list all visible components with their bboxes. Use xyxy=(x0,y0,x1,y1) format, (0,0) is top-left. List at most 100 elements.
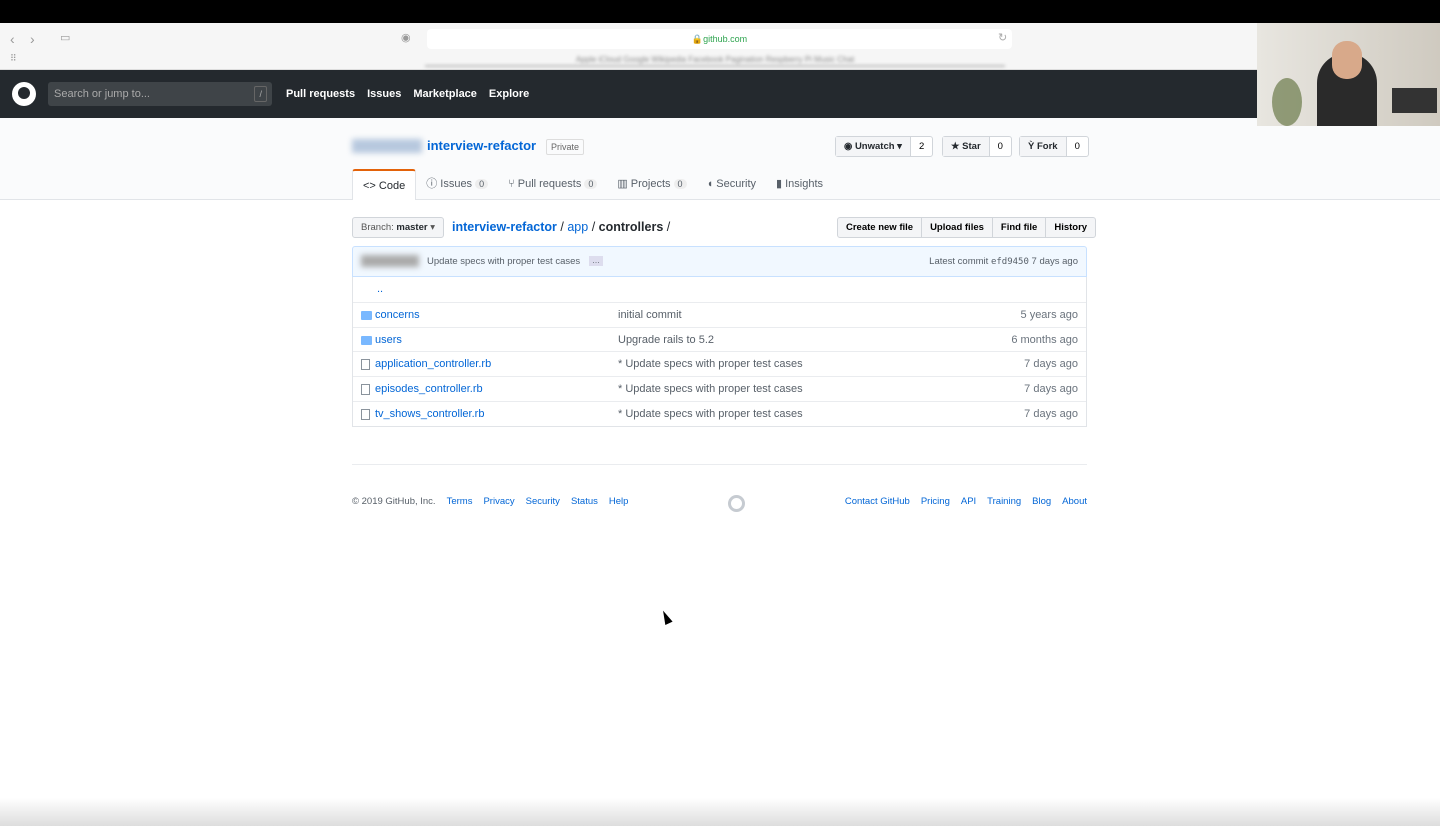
tab-security[interactable]: ◖ Security xyxy=(697,169,766,200)
branch-selector[interactable]: Branch: master ▾ xyxy=(352,217,444,238)
nav-issues[interactable]: Issues xyxy=(367,88,401,100)
star-label: Star xyxy=(962,141,981,152)
commit-message[interactable]: Update specs with proper test cases xyxy=(427,256,580,267)
footer-link-status[interactable]: Status xyxy=(571,496,598,507)
address-bar[interactable]: 🔒github.com xyxy=(427,29,1012,49)
footer-left: © 2019 GitHub, Inc. Terms Privacy Security S… xyxy=(352,496,628,507)
file-name-link[interactable]: users xyxy=(375,328,402,352)
parent-directory-row[interactable]: .. xyxy=(353,277,1086,302)
footer-link-api[interactable]: API xyxy=(961,496,976,507)
file-icon xyxy=(361,384,370,396)
footer-link-security[interactable]: Security xyxy=(526,496,560,507)
privacy-icon[interactable]: ◉ xyxy=(401,31,411,44)
tab-insights[interactable]: ▮ Insights xyxy=(766,169,833,200)
tab-label: Security xyxy=(716,178,757,190)
commit-sha[interactable]: efd9450 xyxy=(991,257,1029,267)
file-name-link[interactable]: episodes_controller.rb xyxy=(375,377,483,401)
breadcrumb-separator: / xyxy=(666,220,671,234)
breadcrumb-current: controllers xyxy=(598,220,664,234)
tab-issues[interactable]: ⓘ Issues 0 xyxy=(416,169,498,200)
github-header: Search or jump to... / Pull requests Issu… xyxy=(0,70,1257,118)
nav-pull-requests[interactable]: Pull requests xyxy=(286,88,355,100)
footer-link-about[interactable]: About xyxy=(1062,496,1087,507)
copyright: © 2019 GitHub, Inc. xyxy=(352,496,436,507)
file-commit-message[interactable]: Upgrade rails to 5.2 xyxy=(618,328,714,352)
commit-age: 7 days ago xyxy=(1031,256,1078,267)
back-icon[interactable]: ‹ xyxy=(10,31,15,47)
tab-projects[interactable]: ▥ Projects 0 xyxy=(607,169,696,200)
watch-count[interactable]: 2 xyxy=(911,137,932,156)
tab-label: Pull requests xyxy=(517,178,582,190)
latest-commit-bar: Update specs with proper test cases … La… xyxy=(352,246,1087,277)
webcam-overlay xyxy=(1257,23,1440,126)
file-row[interactable]: application_controller.rb * Update specs… xyxy=(353,351,1086,376)
history-button[interactable]: History xyxy=(1046,218,1095,237)
file-name-link[interactable]: tv_shows_controller.rb xyxy=(375,402,484,426)
nav-marketplace[interactable]: Marketplace xyxy=(413,88,477,100)
breadcrumb-root[interactable]: interview-refactor xyxy=(452,220,557,234)
tab-code[interactable]: <> Code xyxy=(352,169,417,200)
file-list: .. concerns initial commit 5 years ago u… xyxy=(352,277,1087,427)
fork-label: Fork xyxy=(1036,141,1058,152)
footer-right: Contact GitHub Pricing API Training Blog Abou… xyxy=(834,496,1087,507)
star-button[interactable]: ★ Star 0 xyxy=(942,136,1012,157)
url-text: github.com xyxy=(703,34,748,44)
project-icon: ▥ xyxy=(617,178,631,190)
parent-directory-link[interactable]: .. xyxy=(377,277,383,301)
footer-link-contact-github[interactable]: Contact GitHub xyxy=(845,496,910,507)
tab-pull-requests[interactable]: ⑂ Pull requests 0 xyxy=(498,169,607,200)
shortcut-hint: / xyxy=(254,86,267,102)
plant-image xyxy=(1272,78,1302,126)
file-commit-message[interactable]: * Update specs with proper test cases xyxy=(618,402,803,426)
sidebar-icon[interactable]: ▭ xyxy=(60,31,70,44)
star-count[interactable]: 0 xyxy=(990,137,1011,156)
private-badge: Private xyxy=(546,139,585,155)
expand-commit-button[interactable]: … xyxy=(589,256,603,266)
github-footer-logo-icon[interactable] xyxy=(728,495,745,512)
find-file-button[interactable]: Find file xyxy=(993,218,1047,237)
fork-button[interactable]: Ỳ Fork 0 xyxy=(1019,136,1089,157)
forward-icon[interactable]: › xyxy=(30,31,35,47)
file-age: 5 years ago xyxy=(1020,308,1078,321)
file-row[interactable]: episodes_controller.rb * Update specs wi… xyxy=(353,376,1086,401)
footer-link-pricing[interactable]: Pricing xyxy=(921,496,950,507)
search-input[interactable]: Search or jump to... / xyxy=(48,82,272,106)
file-commit-message[interactable]: initial commit xyxy=(618,303,682,327)
file-name-link[interactable]: concerns xyxy=(375,303,420,327)
breadcrumb: interview-refactor / app / controllers / xyxy=(452,220,670,234)
footer-link-training[interactable]: Training xyxy=(987,496,1021,507)
repo-name[interactable]: interview-refactor xyxy=(427,138,536,153)
create-new-file-button[interactable]: Create new file xyxy=(838,218,923,237)
breadcrumb-app[interactable]: app xyxy=(567,220,588,234)
star-icon: ★ xyxy=(951,141,963,152)
file-row[interactable]: concerns initial commit 5 years ago xyxy=(353,301,1086,327)
file-commit-message[interactable]: * Update specs with proper test cases xyxy=(618,352,803,376)
committer-avatar-blurred[interactable] xyxy=(361,255,419,267)
search-placeholder: Search or jump to... xyxy=(54,88,150,100)
file-row[interactable]: users Upgrade rails to 5.2 6 months ago xyxy=(353,326,1086,352)
footer-link-help[interactable]: Help xyxy=(609,496,629,507)
nav-explore[interactable]: Explore xyxy=(489,88,529,100)
tab-label: Insights xyxy=(785,178,824,190)
footer-link-terms[interactable]: Terms xyxy=(447,496,473,507)
upload-files-button[interactable]: Upload files xyxy=(922,218,993,237)
footer-link-blog[interactable]: Blog xyxy=(1032,496,1051,507)
fork-count[interactable]: 0 xyxy=(1067,137,1088,156)
graph-icon: ▮ xyxy=(776,178,786,190)
file-icon xyxy=(361,408,370,420)
reload-icon[interactable]: ↻ xyxy=(998,31,1007,44)
file-commit-message[interactable]: * Update specs with proper test cases xyxy=(618,377,803,401)
watch-button[interactable]: ◉ Unwatch ▾ 2 xyxy=(835,136,934,157)
repo-tabs: <> Code ⓘ Issues 0 ⑂ Pull requests 0 ▥ Pro… xyxy=(352,169,833,200)
tab-count: 0 xyxy=(475,179,489,189)
file-row[interactable]: tv_shows_controller.rb * Update specs wi… xyxy=(353,400,1086,426)
file-name-link[interactable]: application_controller.rb xyxy=(375,352,491,376)
issue-icon: ⓘ xyxy=(426,178,441,190)
tab-count: 0 xyxy=(673,179,687,189)
repo-owner-blurred[interactable] xyxy=(352,139,422,153)
github-logo-icon[interactable] xyxy=(12,82,36,106)
file-age: 6 months ago xyxy=(1011,333,1078,346)
footer-link-privacy[interactable]: Privacy xyxy=(483,496,514,507)
bookmarks-bar[interactable]: Apple iCloud Google Wikipedia Facebook P… xyxy=(425,55,1005,67)
grid-icon[interactable]: ⠿ xyxy=(10,53,17,64)
